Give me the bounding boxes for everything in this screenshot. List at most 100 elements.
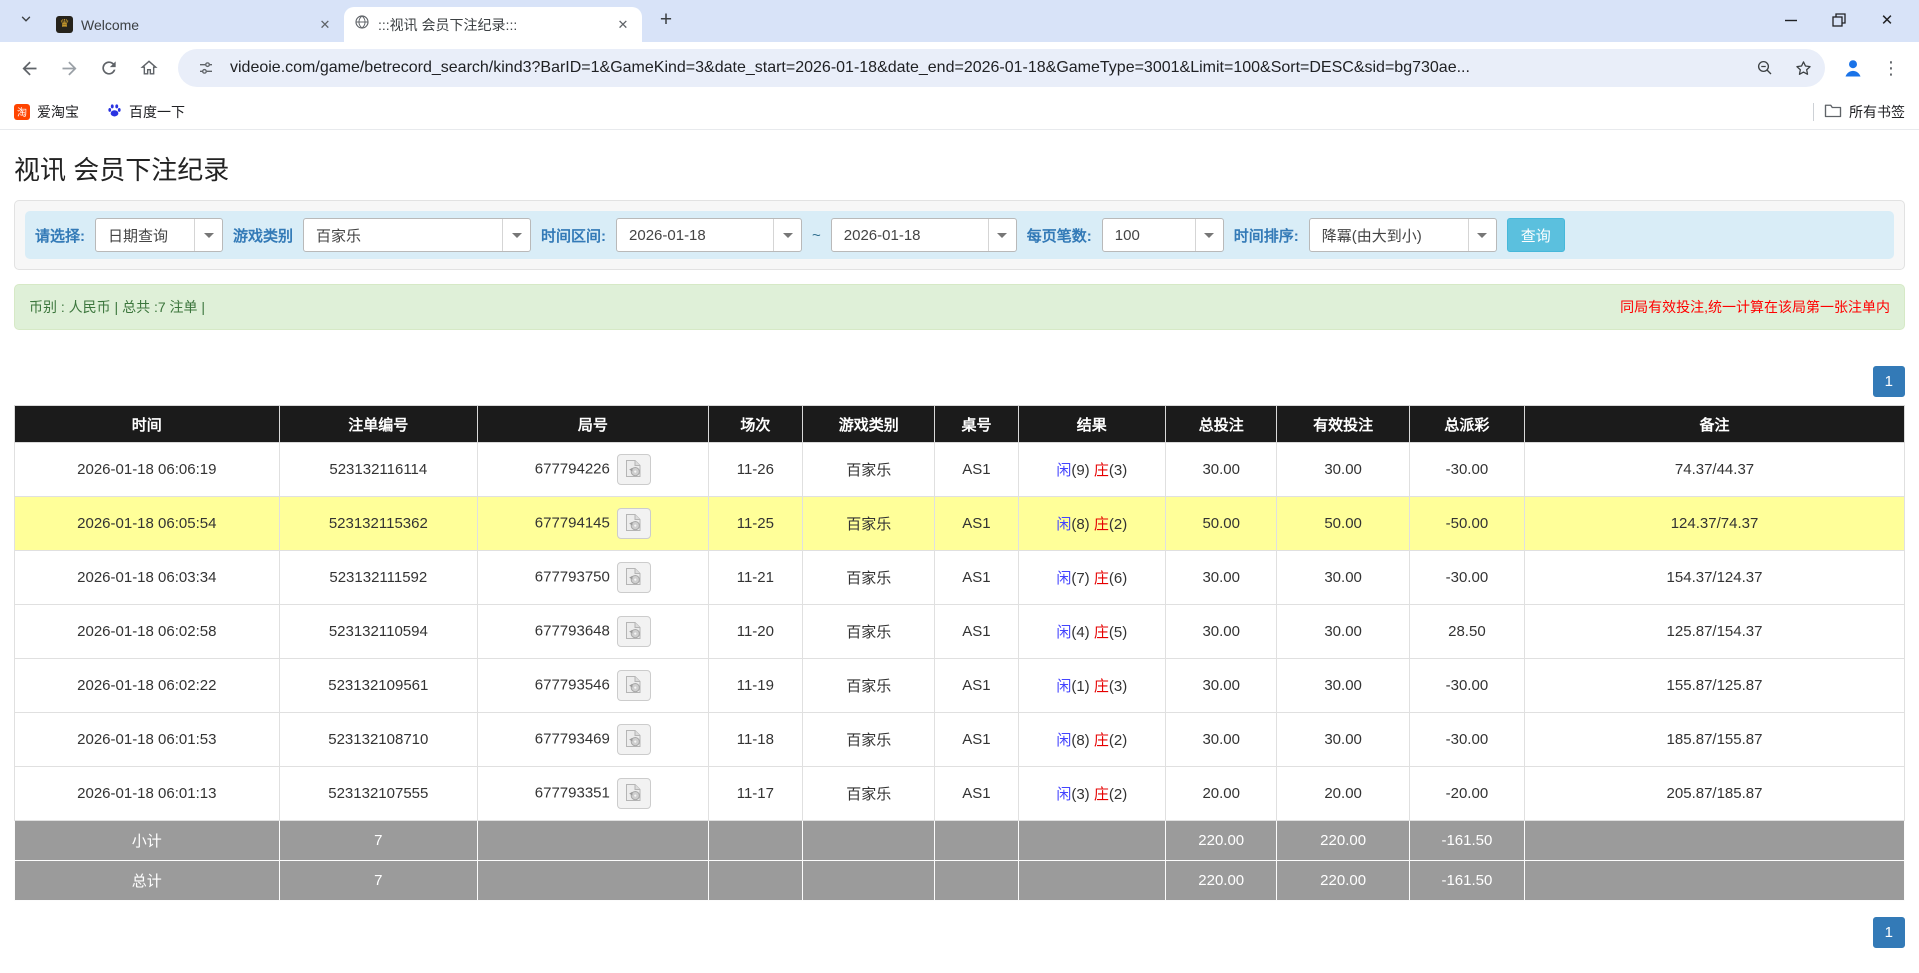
footer-valid-bet: 220.00 — [1277, 861, 1409, 901]
forward-button[interactable] — [50, 49, 88, 87]
sort-order-select[interactable]: 降冪(由大到小) — [1309, 218, 1497, 252]
menu-kebab-icon[interactable]: ⋮ — [1873, 50, 1909, 86]
header-total-bet: 总投注 — [1165, 406, 1277, 443]
player-result: 闲 — [1056, 732, 1071, 749]
cell-session: 11-21 — [708, 551, 803, 605]
cell-game-kind: 百家乐 — [803, 551, 935, 605]
page-1-button[interactable]: 1 — [1873, 366, 1905, 397]
banker-result: 庄 — [1094, 570, 1109, 587]
bookmark-aitaobao[interactable]: 淘 爱淘宝 — [14, 102, 79, 122]
cell-game-kind: 百家乐 — [803, 713, 935, 767]
banker-result: 庄 — [1094, 462, 1109, 479]
tab-title: Welcome — [81, 17, 308, 33]
site-settings-tune-icon[interactable] — [192, 54, 220, 82]
taobao-icon: 淘 — [14, 104, 30, 120]
date-end-select[interactable]: 2026-01-18 — [831, 218, 1017, 252]
cell-remark: 205.87/185.87 — [1525, 767, 1905, 821]
tab-search-chevron-button[interactable] — [12, 7, 40, 35]
cell-result: 闲(4) 庄(5) — [1018, 605, 1165, 659]
cell-result: 闲(1) 庄(3) — [1018, 659, 1165, 713]
url-text[interactable]: videoie.com/game/betrecord_search/kind3?… — [230, 59, 1741, 77]
grand-total-row: 总计7220.00220.00-161.50 — [15, 861, 1905, 901]
footer-payout: -161.50 — [1409, 861, 1524, 901]
table-row: 2026-01-18 06:02:58523132110594677793648… — [15, 605, 1905, 659]
date-start-select[interactable]: 2026-01-18 — [616, 218, 802, 252]
footer-label: 总计 — [15, 861, 280, 901]
cell-payout: -30.00 — [1409, 659, 1524, 713]
video-replay-button[interactable] — [617, 616, 651, 647]
page-1-button[interactable]: 1 — [1873, 917, 1905, 948]
tab-welcome[interactable]: ♛ Welcome ✕ — [46, 7, 344, 42]
footer-empty-table — [935, 861, 1018, 901]
home-button[interactable] — [130, 49, 168, 87]
tab-strip: ♛ Welcome ✕ :::视讯 会员下注纪录::: ✕ + ✕ — [0, 0, 1919, 42]
tab-title: :::视讯 会员下注纪录::: — [378, 15, 606, 35]
cell-payout: -30.00 — [1409, 551, 1524, 605]
cell-payout: -30.00 — [1409, 443, 1524, 497]
video-replay-button[interactable] — [617, 724, 651, 755]
cell-bet-id: 523132107555 — [279, 767, 477, 821]
footer-empty-session — [708, 861, 803, 901]
round-number: 677793469 — [535, 730, 610, 747]
close-window-button[interactable]: ✕ — [1867, 4, 1907, 36]
footer-count: 7 — [279, 861, 477, 901]
bookmark-baidu[interactable]: 百度一下 — [107, 102, 185, 122]
cell-total-bet: 30.00 — [1165, 551, 1277, 605]
cell-valid-bet: 30.00 — [1277, 443, 1409, 497]
close-tab-icon[interactable]: ✕ — [614, 16, 632, 34]
header-valid-bet: 有效投注 — [1277, 406, 1409, 443]
cell-valid-bet: 50.00 — [1277, 497, 1409, 551]
video-replay-button[interactable] — [617, 670, 651, 701]
footer-empty-session — [708, 821, 803, 861]
cell-round: 677794226 — [478, 443, 709, 497]
header-table-no: 桌号 — [935, 406, 1018, 443]
video-replay-button[interactable] — [617, 562, 651, 593]
cell-payout: -20.00 — [1409, 767, 1524, 821]
pagination-top: 1 — [14, 366, 1905, 397]
cell-round: 677793546 — [478, 659, 709, 713]
cell-time: 2026-01-18 06:02:58 — [15, 605, 280, 659]
game-kind-select[interactable]: 百家乐 — [303, 218, 531, 252]
minimize-button[interactable] — [1771, 4, 1811, 36]
zoom-out-indicator-icon[interactable] — [1751, 54, 1779, 82]
new-tab-button[interactable]: + — [652, 6, 680, 34]
video-replay-button[interactable] — [617, 778, 651, 809]
round-number: 677793750 — [535, 568, 610, 585]
bookmark-star-icon[interactable] — [1789, 54, 1817, 82]
all-bookmarks-button[interactable]: 所有书签 — [1824, 102, 1905, 122]
restore-button[interactable] — [1819, 4, 1859, 36]
video-replay-button[interactable] — [617, 508, 651, 539]
cell-result: 闲(3) 庄(2) — [1018, 767, 1165, 821]
banker-result: 庄 — [1094, 516, 1109, 533]
select-value: 2026-01-18 — [617, 227, 773, 244]
header-time: 时间 — [15, 406, 280, 443]
table-row: 2026-01-18 06:02:22523132109561677793546… — [15, 659, 1905, 713]
reload-button[interactable] — [90, 49, 128, 87]
cell-session: 11-18 — [708, 713, 803, 767]
close-tab-icon[interactable]: ✕ — [316, 16, 334, 34]
search-button[interactable]: 查询 — [1507, 218, 1565, 252]
profile-avatar-icon[interactable] — [1835, 50, 1871, 86]
player-result: 闲 — [1056, 678, 1071, 695]
cell-remark: 154.37/124.37 — [1525, 551, 1905, 605]
video-replay-button[interactable] — [617, 454, 651, 485]
filter-mode-select[interactable]: 日期查询 — [95, 218, 223, 252]
cell-bet-id: 523132111592 — [279, 551, 477, 605]
address-bar[interactable]: videoie.com/game/betrecord_search/kind3?… — [178, 49, 1825, 87]
pagination-bottom: 1 — [14, 917, 1905, 948]
filter-bar: 请选择: 日期查询 游戏类别 百家乐 时间区间: 2026-01-18 ~ 20… — [25, 211, 1894, 259]
select-value: 日期查询 — [96, 225, 194, 246]
per-page-select[interactable]: 100 — [1102, 218, 1224, 252]
cell-total-bet: 20.00 — [1165, 767, 1277, 821]
cell-total-bet: 30.00 — [1165, 605, 1277, 659]
cell-remark: 185.87/155.87 — [1525, 713, 1905, 767]
cell-time: 2026-01-18 06:01:53 — [15, 713, 280, 767]
caret-down-icon — [194, 219, 222, 251]
summary-bar: 币别 : 人民币 | 总共 :7 注单 | 同局有效投注,统一计算在该局第一张注… — [14, 284, 1905, 330]
select-value: 100 — [1103, 227, 1195, 244]
tab-bet-records[interactable]: :::视讯 会员下注纪录::: ✕ — [344, 7, 642, 42]
back-button[interactable] — [10, 49, 48, 87]
video-record-icon — [625, 675, 642, 697]
header-bet-id: 注单编号 — [279, 406, 477, 443]
banker-result: 庄 — [1094, 678, 1109, 695]
